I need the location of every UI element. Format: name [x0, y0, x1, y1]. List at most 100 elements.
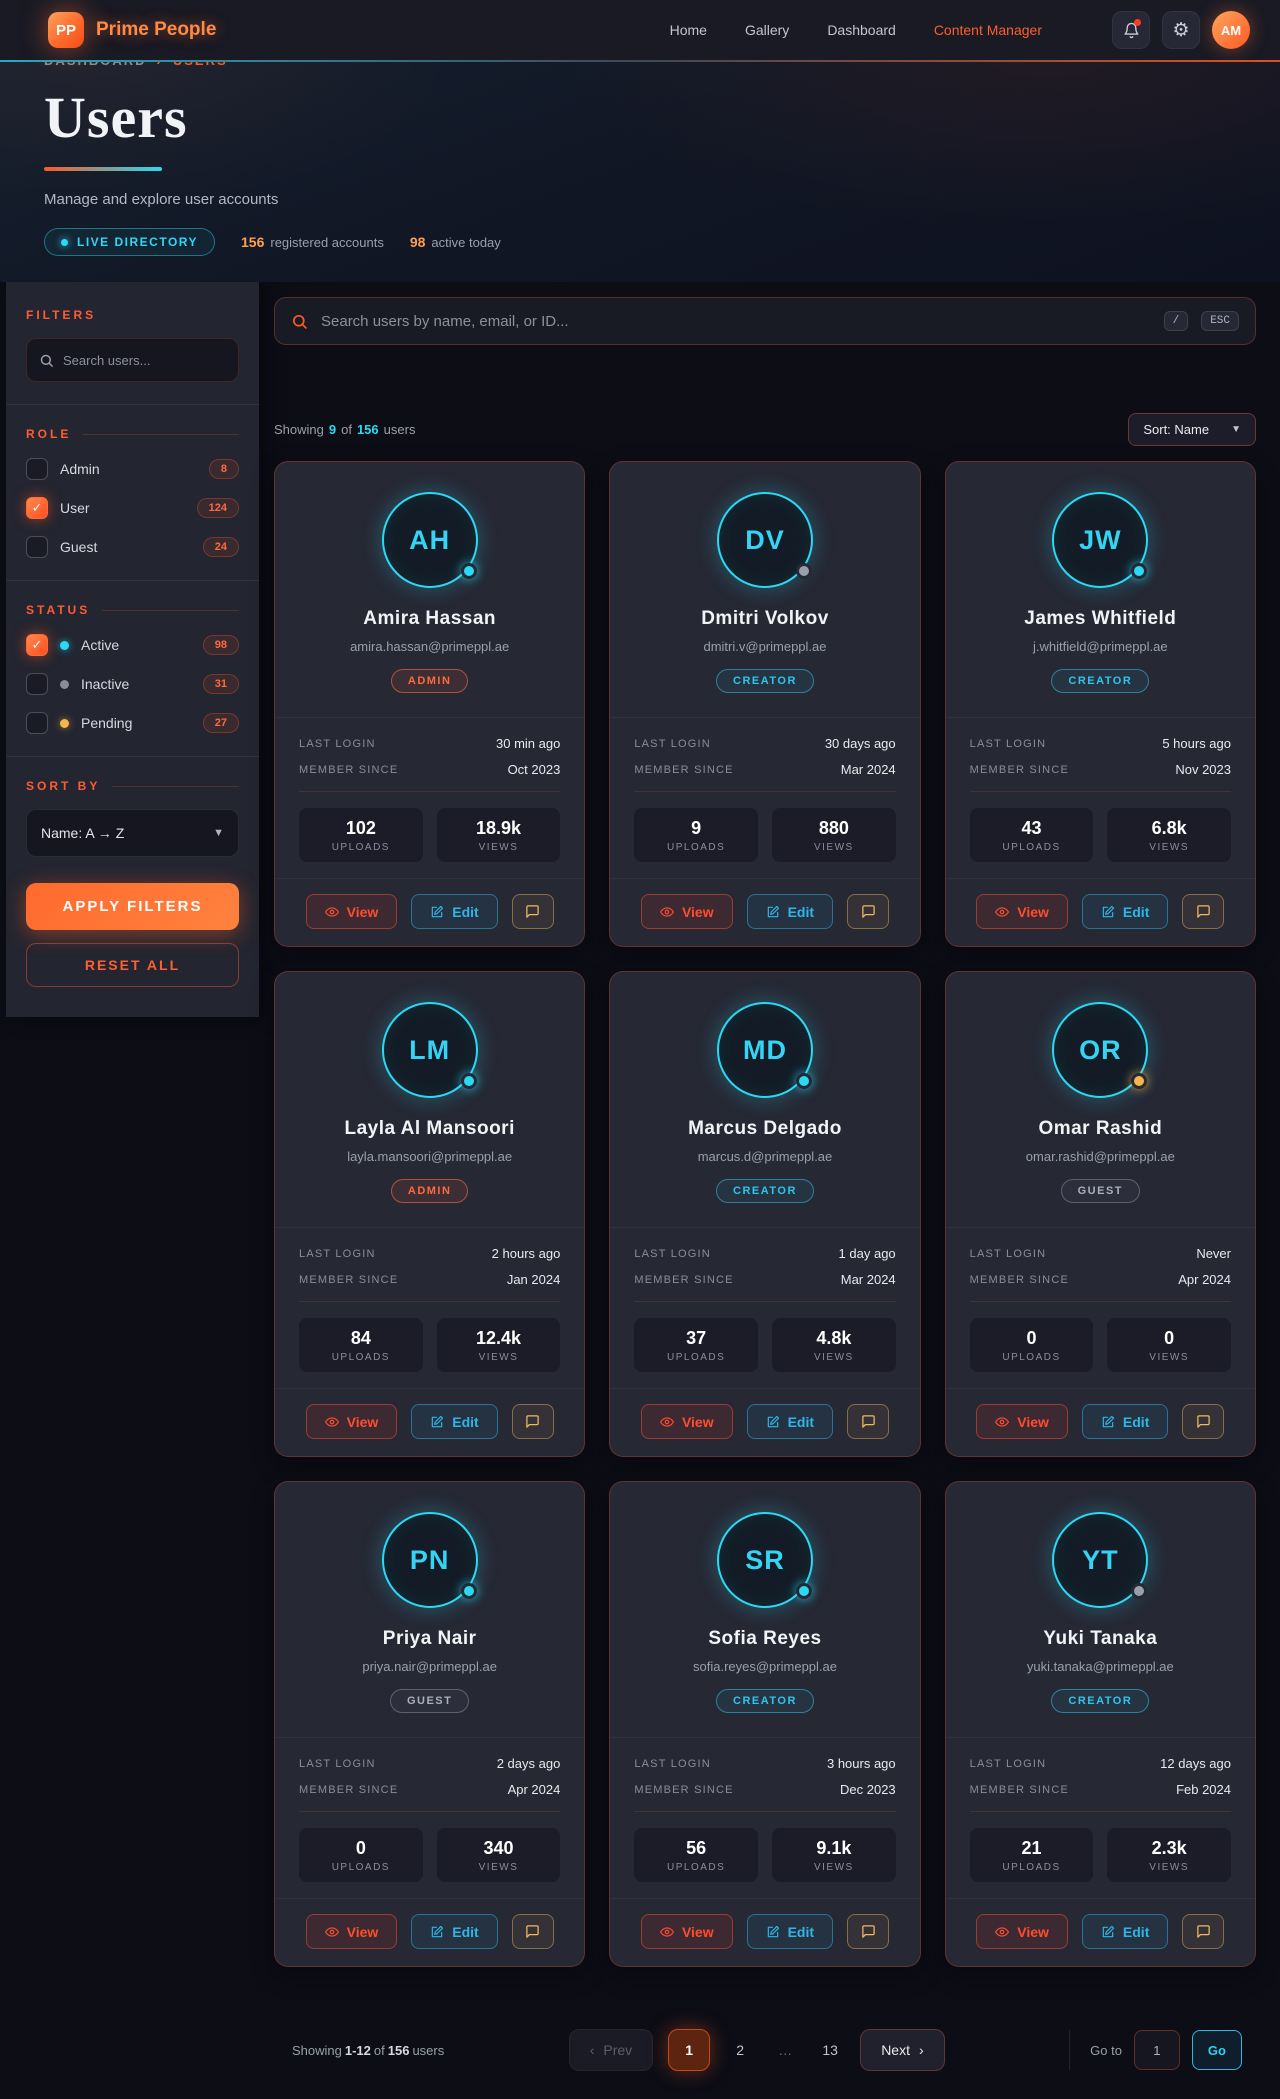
- view-button[interactable]: View: [306, 1914, 398, 1949]
- divider: [299, 791, 560, 792]
- uploads-label: UPLOADS: [307, 1352, 415, 1363]
- go-button[interactable]: Go: [1192, 2030, 1242, 2070]
- views-value: 12.4k: [445, 1328, 553, 1349]
- goto-page-input[interactable]: [1134, 2030, 1180, 2070]
- edit-button[interactable]: Edit: [1082, 1404, 1168, 1439]
- checkbox-guest[interactable]: ✓: [26, 536, 48, 558]
- sidebar-search-box[interactable]: [26, 338, 239, 382]
- view-button-label: View: [1017, 904, 1049, 920]
- apply-filters-button[interactable]: APPLY FILTERS: [26, 883, 239, 930]
- sort-select[interactable]: Name: A → Z ▼: [26, 809, 239, 857]
- page-number-13[interactable]: 13: [815, 2042, 845, 2058]
- divider: [970, 1301, 1231, 1302]
- status-filter-inactive[interactable]: ✓ Inactive 31: [26, 673, 239, 695]
- next-page-button[interactable]: Next ›: [860, 2029, 944, 2071]
- shown-count: 9: [329, 422, 336, 437]
- edit-button[interactable]: Edit: [1082, 1914, 1168, 1949]
- checkbox-admin[interactable]: ✓: [26, 458, 48, 480]
- filters-heading: FILTERS: [26, 308, 239, 322]
- view-button-label: View: [682, 904, 714, 920]
- checkbox-pending[interactable]: ✓: [26, 712, 48, 734]
- sort-dropdown[interactable]: Sort: Name ▼: [1128, 413, 1256, 446]
- last-login-row: LAST LOGIN 5 hours ago: [970, 736, 1231, 751]
- edit-button[interactable]: Edit: [747, 1914, 833, 1949]
- card-identity-section: JW James Whitfield j.whitfield@primeppl.…: [946, 462, 1255, 718]
- main-search-bar[interactable]: / ESC: [274, 297, 1256, 345]
- view-button[interactable]: View: [306, 894, 398, 929]
- divider: [634, 791, 895, 792]
- view-button[interactable]: View: [641, 894, 733, 929]
- view-button[interactable]: View: [976, 894, 1068, 929]
- checkbox-inactive[interactable]: ✓: [26, 673, 48, 695]
- view-button[interactable]: View: [306, 1404, 398, 1439]
- uploads-value: 43: [978, 818, 1086, 839]
- role-badge: CREATOR: [1051, 669, 1149, 693]
- stats-row: 9 UPLOADS 880 VIEWS: [634, 808, 895, 862]
- comment-button[interactable]: [512, 894, 554, 929]
- comment-button[interactable]: [847, 1404, 889, 1439]
- uploads-stat-tile: 9 UPLOADS: [634, 808, 758, 862]
- reset-all-button[interactable]: RESET ALL: [26, 943, 239, 987]
- nav-link-gallery[interactable]: Gallery: [745, 22, 789, 38]
- member-since-label: MEMBER SINCE: [634, 764, 733, 776]
- comment-button[interactable]: [1182, 1404, 1224, 1439]
- comment-button[interactable]: [512, 1404, 554, 1439]
- comment-button[interactable]: [512, 1914, 554, 1949]
- checkbox-user[interactable]: ✓: [26, 497, 48, 519]
- view-button[interactable]: View: [976, 1404, 1068, 1439]
- edit-button[interactable]: Edit: [411, 1404, 497, 1439]
- nav-link-home[interactable]: Home: [670, 22, 707, 38]
- view-button[interactable]: View: [976, 1914, 1068, 1949]
- role-filter-guest[interactable]: ✓ Guest 24: [26, 536, 239, 558]
- views-label: VIEWS: [1115, 1352, 1223, 1363]
- views-stat-tile: 6.8k VIEWS: [1107, 808, 1231, 862]
- brand-name: Prime People: [96, 19, 216, 41]
- edit-button[interactable]: Edit: [411, 894, 497, 929]
- comment-button[interactable]: [1182, 1914, 1224, 1949]
- uploads-label: UPLOADS: [642, 842, 750, 853]
- prev-page-button[interactable]: ‹ Prev: [569, 2029, 653, 2071]
- edit-button[interactable]: Edit: [747, 894, 833, 929]
- pagination-bar: Showing 1-12 of 156 users ‹ Prev 1 2 … 1…: [274, 2029, 1256, 2099]
- last-login-row: LAST LOGIN 1 day ago: [634, 1246, 895, 1261]
- hero-meta-row: LIVE DIRECTORY 156 registered accounts 9…: [44, 228, 1232, 256]
- eye-icon: [325, 905, 339, 919]
- user-avatar-menu[interactable]: AM: [1212, 11, 1250, 49]
- checkbox-active[interactable]: ✓: [26, 634, 48, 656]
- main-search-input[interactable]: [321, 313, 1151, 330]
- stats-row: 0 UPLOADS 0 VIEWS: [970, 1318, 1231, 1372]
- comment-button[interactable]: [1182, 894, 1224, 929]
- sidebar-search-input[interactable]: [63, 353, 226, 368]
- role-filter-admin[interactable]: ✓ Admin 8: [26, 458, 239, 480]
- edit-button[interactable]: Edit: [747, 1404, 833, 1439]
- view-button[interactable]: View: [641, 1914, 733, 1949]
- user-email: omar.rashid@primeppl.ae: [970, 1149, 1231, 1164]
- views-value: 6.8k: [1115, 818, 1223, 839]
- live-dot-icon: [61, 239, 68, 246]
- settings-button[interactable]: ⚙: [1162, 11, 1200, 49]
- speech-bubble-icon: [525, 1414, 540, 1429]
- nav-link-dashboard[interactable]: Dashboard: [827, 22, 896, 38]
- status-filter-pending[interactable]: ✓ Pending 27: [26, 712, 239, 734]
- edit-button[interactable]: Edit: [1082, 894, 1168, 929]
- pencil-square-icon: [1101, 1925, 1115, 1939]
- registered-label: registered accounts: [270, 235, 383, 250]
- notifications-button[interactable]: [1112, 11, 1150, 49]
- top-navbar: PP Prime People Home Gallery Dashboard C…: [0, 0, 1280, 62]
- results-toolbar: Showing 9 of 156 users Sort: Name ▼: [274, 413, 1256, 446]
- view-button[interactable]: View: [641, 1404, 733, 1439]
- page-number-1[interactable]: 1: [668, 2029, 710, 2071]
- comment-button[interactable]: [847, 894, 889, 929]
- page-number-2[interactable]: 2: [725, 2042, 755, 2058]
- role-count-badge: 124: [197, 498, 239, 518]
- status-count-badge: 98: [203, 635, 239, 655]
- role-filter-user[interactable]: ✓ User 124: [26, 497, 239, 519]
- last-login-row: LAST LOGIN 2 hours ago: [299, 1246, 560, 1261]
- speech-bubble-icon: [525, 1924, 540, 1939]
- edit-button[interactable]: Edit: [411, 1914, 497, 1949]
- nav-link-content-manager[interactable]: Content Manager: [934, 22, 1042, 38]
- status-filter-active[interactable]: ✓ Active 98: [26, 634, 239, 656]
- card-actions: View Edit: [275, 1388, 584, 1456]
- brand[interactable]: PP Prime People: [48, 12, 216, 48]
- comment-button[interactable]: [847, 1914, 889, 1949]
